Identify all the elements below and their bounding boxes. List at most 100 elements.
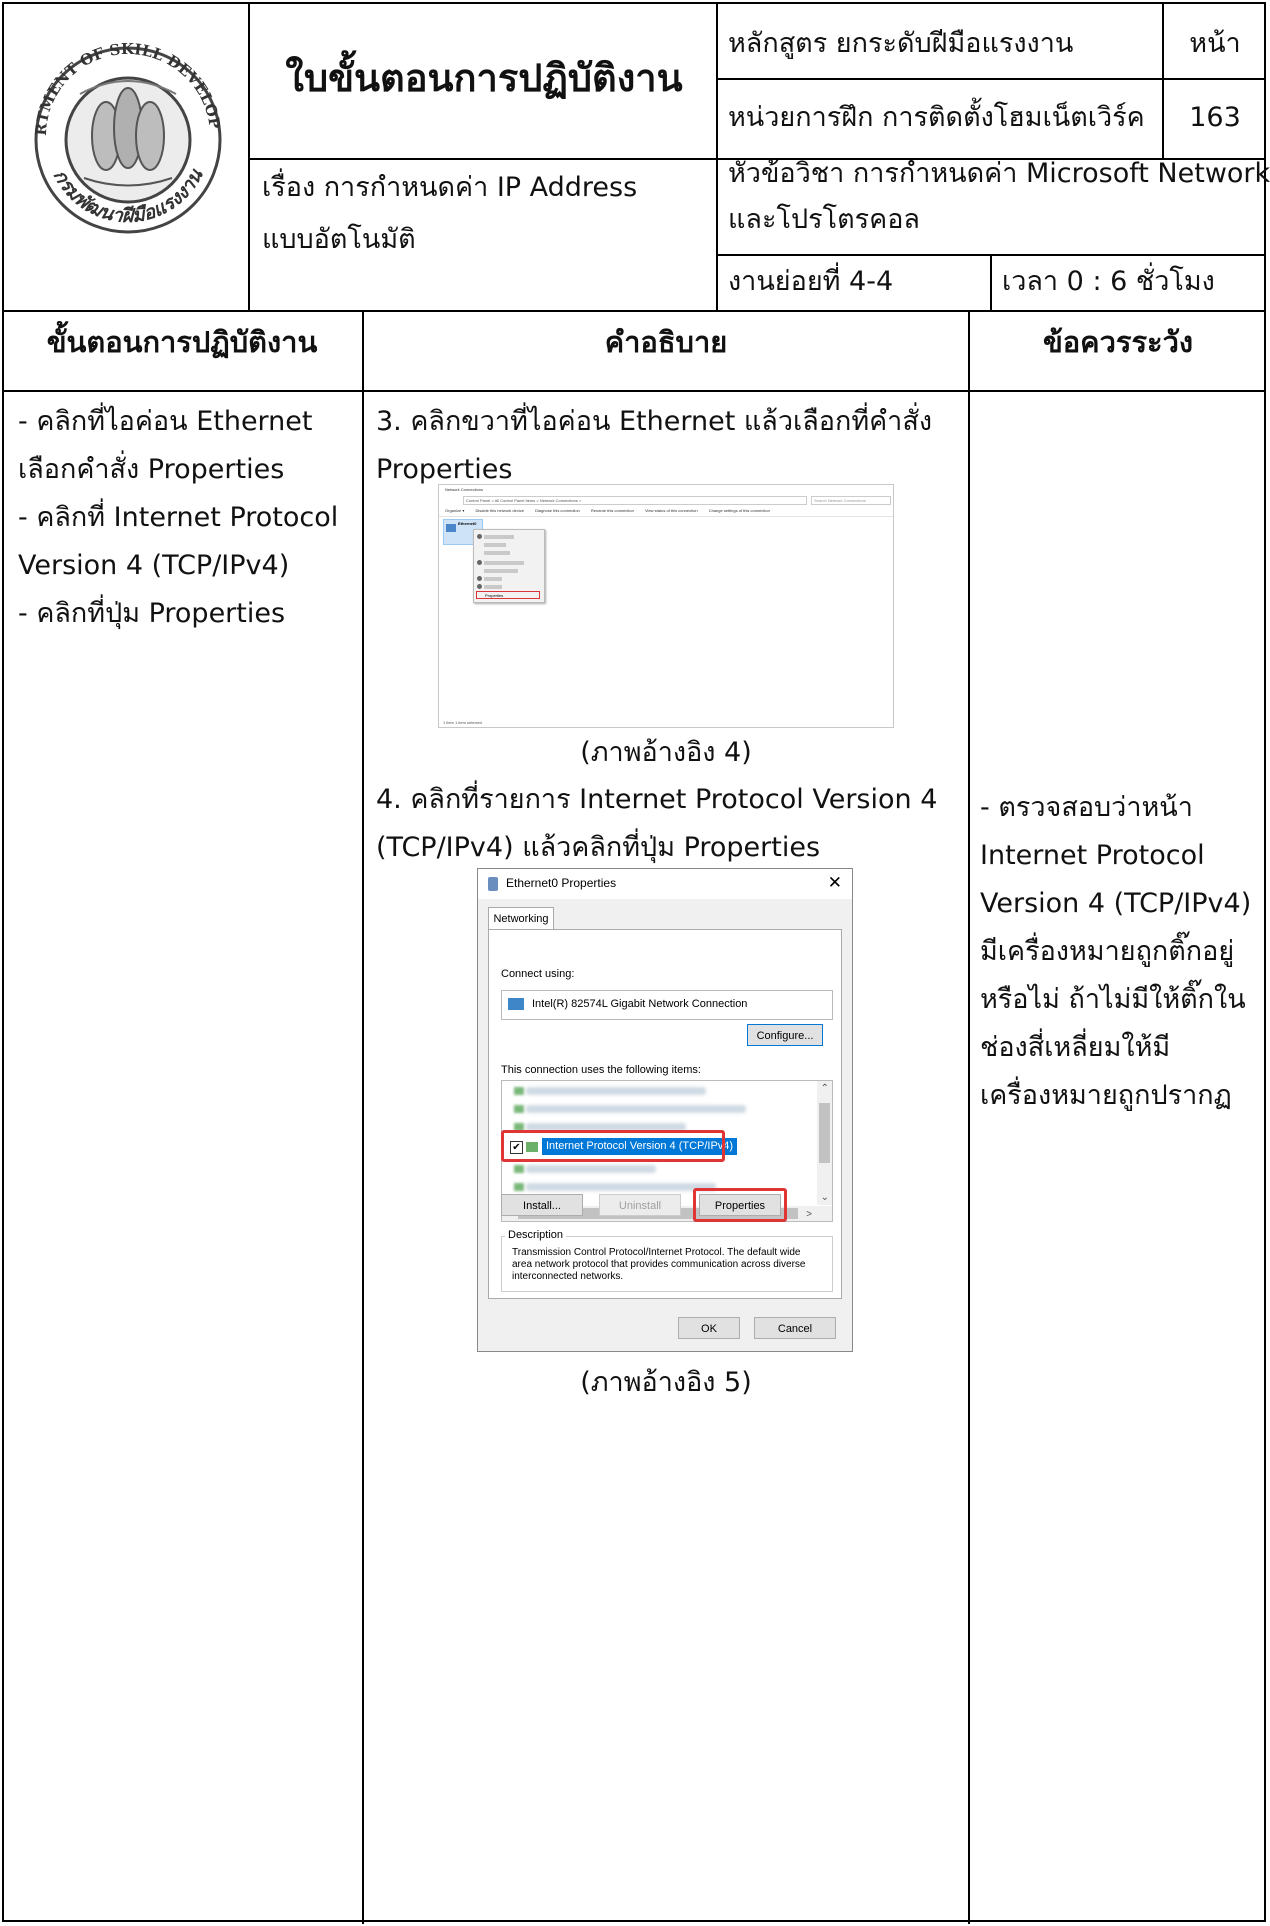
subtask-label: งานย่อยที่ 4-4 [728, 266, 894, 297]
vertical-scrollbar[interactable]: ⌃ ⌄ [817, 1081, 832, 1205]
network-adapter-icon [488, 877, 498, 891]
cancel-button[interactable]: Cancel [754, 1317, 836, 1339]
topic-line-1: หัวข้อวิชา การกำหนดค่า Microsoft Network [728, 158, 1270, 189]
divider [362, 310, 364, 1924]
module-label: หน่วยการฝึก การติดตั้งโฮมเน็ตเวิร์ค [728, 102, 1145, 133]
blurred-menu-item [484, 561, 524, 565]
department-seal-logo: DEPARTMENT OF SKILL DEVELOPMENT กรมพัฒนา… [18, 8, 224, 234]
install-button[interactable]: Install... [501, 1194, 583, 1216]
page-label: หน้า [1189, 28, 1241, 59]
network-connections-screenshot: Network Connections Control Panel > All … [438, 484, 894, 728]
component-icon [514, 1087, 524, 1095]
blurred-list-item [526, 1183, 716, 1191]
properties-highlight-box [693, 1188, 787, 1222]
divider [2, 310, 1266, 312]
caution-line: มีเครื่องหมายถูกติ๊กอยู่ [980, 936, 1235, 967]
blurred-menu-item [484, 569, 518, 573]
time-label: เวลา 0 : 6 ชั่วโมง [1002, 266, 1215, 297]
window-title: Network Connections [445, 487, 484, 492]
ok-button[interactable]: OK [678, 1317, 740, 1339]
ipv4-highlight-box [501, 1130, 725, 1162]
command-item: Diagnose this connection [535, 508, 580, 513]
divider [968, 310, 970, 1924]
component-icon [514, 1105, 524, 1113]
dialog-title: Ethernet0 Properties [506, 876, 617, 890]
command-item: Change settings of this connection [708, 508, 770, 513]
divider [990, 254, 992, 310]
component-icon [514, 1183, 524, 1191]
sheet-title: ใบขั้นตอนการปฏิบัติงาน [285, 56, 683, 100]
shield-icon [477, 560, 482, 565]
blurred-list-item [526, 1087, 706, 1095]
scroll-down-icon[interactable]: ⌄ [821, 1192, 829, 1203]
shield-icon [477, 534, 482, 539]
step-line: - คลิกที่ไอค่อน Ethernet [18, 406, 313, 437]
scroll-right-icon[interactable]: > [806, 1209, 812, 1220]
column-header-explanation: คำอธิบาย [604, 325, 728, 359]
divider [716, 78, 1266, 80]
network-adapter-icon [446, 524, 456, 532]
caution-line: ช่องสี่เหลี่ยมให้มี [980, 1032, 1171, 1063]
blurred-menu-item [484, 535, 514, 539]
caution-line: - ตรวจสอบว่าหน้า [980, 792, 1193, 823]
divider [250, 158, 716, 160]
caution-line: Version 4 (TCP/IPv4) [980, 888, 1252, 919]
blurred-list-item [526, 1105, 746, 1113]
figure-caption-4: (ภาพอ้างอิง 4) [580, 737, 752, 768]
caution-line: เครื่องหมายถูกปรากฏ [980, 1080, 1232, 1111]
caution-line: Internet Protocol [980, 840, 1205, 871]
divider [2, 390, 1266, 392]
context-menu-properties: Properties [476, 591, 540, 599]
shield-icon [477, 576, 482, 581]
command-item: Disable this network device [475, 508, 524, 513]
close-icon[interactable]: ✕ [828, 873, 842, 893]
divider [716, 2, 718, 310]
adapter-label: Ethernet0 [458, 521, 477, 526]
blurred-menu-item [484, 577, 502, 581]
step3-text: 3. คลิกขวาที่ไอค่อน Ethernet แล้วเลือกที… [376, 406, 933, 437]
divider [248, 2, 250, 310]
networking-panel: Connect using: Intel(R) 82574L Gigabit N… [488, 929, 842, 1299]
uninstall-button[interactable]: Uninstall [599, 1194, 681, 1216]
command-item: Rename this connection [590, 508, 634, 513]
command-item: View status of this connection [644, 508, 698, 513]
adapter-name: Intel(R) 82574L Gigabit Network Connecti… [532, 998, 748, 1010]
figure-caption-5: (ภาพอ้างอิง 5) [580, 1367, 752, 1398]
command-bar: Organize ▾ Disable this network device D… [439, 506, 893, 517]
items-label: This connection uses the following items… [501, 1064, 701, 1076]
adapter-box: Intel(R) 82574L Gigabit Network Connecti… [501, 990, 833, 1020]
blurred-menu-item [484, 585, 502, 589]
column-header-steps: ขั้นตอนการปฏิบัติงาน [46, 325, 318, 359]
page-number: 163 [1189, 102, 1241, 133]
component-icon [514, 1165, 524, 1173]
description-group: Transmission Control Protocol/Internet P… [501, 1236, 833, 1292]
topic-line-2: และโปรโตรคอล [728, 204, 920, 235]
step4-text: (TCP/IPv4) แล้วคลิกที่ปุ่ม Properties [376, 832, 821, 863]
description-label: Description [505, 1229, 567, 1241]
blurred-menu-item [484, 543, 506, 547]
subject-line-1: เรื่อง การกำหนดค่า IP Address [262, 172, 638, 203]
description-text: Transmission Control Protocol/Internet P… [512, 1247, 806, 1282]
scroll-up-icon[interactable]: ⌃ [821, 1083, 829, 1094]
step-line: Version 4 (TCP/IPv4) [18, 550, 290, 581]
configure-button[interactable]: Configure... [747, 1024, 823, 1046]
step-line: เลือกคำสั่ง Properties [18, 454, 285, 485]
network-adapter-icon [508, 998, 524, 1010]
subject-line-2: แบบอัตโนมัติ [262, 224, 416, 255]
address-bar: Control Panel > All Control Panel Items … [463, 496, 807, 505]
status-bar: 1 item 1 item selected [443, 720, 482, 725]
step-line: - คลิกที่ปุ่ม Properties [18, 598, 286, 629]
command-item: Organize ▾ [445, 508, 465, 513]
blurred-menu-item [484, 551, 510, 555]
scroll-thumb[interactable] [819, 1103, 830, 1163]
column-header-cautions: ข้อควรระวัง [1042, 325, 1194, 359]
step-line: - คลิกที่ Internet Protocol [18, 502, 339, 533]
connect-using-label: Connect using: [501, 968, 575, 980]
procedure-sheet: DEPARTMENT OF SKILL DEVELOPMENT กรมพัฒนา… [0, 0, 1270, 1926]
caution-line: หรือไม่ ถ้าไม่มีให้ติ๊กใน [980, 984, 1246, 1015]
dialog-titlebar: Ethernet0 Properties ✕ [478, 869, 852, 899]
shield-icon [477, 584, 482, 589]
course-label: หลักสูตร ยกระดับฝีมือแรงงาน [728, 28, 1074, 59]
blurred-list-item [526, 1165, 656, 1173]
tab-networking[interactable]: Networking [488, 907, 554, 930]
